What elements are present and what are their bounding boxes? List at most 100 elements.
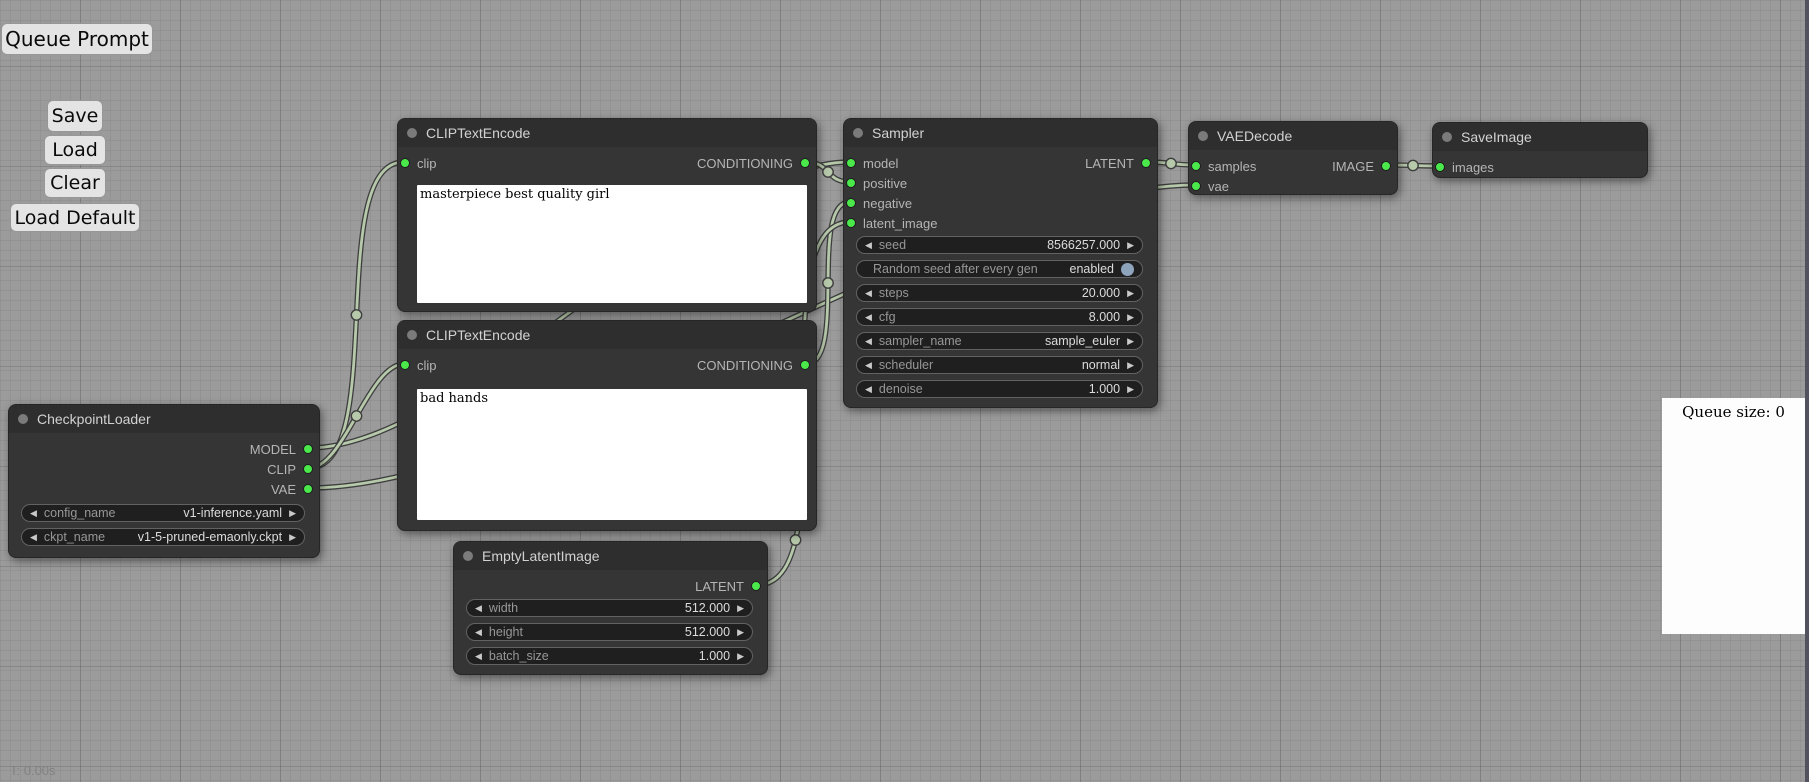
widget-label: batch_size [489,649,549,663]
collapse-dot-icon[interactable] [407,128,417,138]
widget-sampler_name[interactable]: ◀sampler_namesample_euler▶ [856,332,1143,350]
input-port-clip[interactable] [400,158,410,168]
link-midpoint-dot[interactable] [351,310,361,320]
input-port-images[interactable] [1435,162,1445,172]
widget-ckpt_name[interactable]: ◀ckpt_namev1-5-pruned-emaonly.ckpt▶ [21,528,305,546]
decrement-arrow-icon[interactable]: ◀ [865,241,872,250]
widget-label: sampler_name [879,334,962,348]
link-midpoint-dot[interactable] [1408,160,1418,170]
decrement-arrow-icon[interactable]: ◀ [30,533,37,542]
widget-batch_size[interactable]: ◀batch_size1.000▶ [466,647,753,665]
collapse-dot-icon[interactable] [407,330,417,340]
increment-arrow-icon[interactable]: ▶ [1127,241,1134,250]
decrement-arrow-icon[interactable]: ◀ [475,652,482,661]
prompt-textarea[interactable]: bad hands [417,389,807,520]
widget-config_name[interactable]: ◀config_namev1-inference.yaml▶ [21,504,305,522]
decrement-arrow-icon[interactable]: ◀ [30,509,37,518]
link-midpoint-dot[interactable] [351,411,361,421]
node-title-bar[interactable]: CheckpointLoader [9,405,319,433]
increment-arrow-icon[interactable]: ▶ [737,604,744,613]
widget-steps[interactable]: ◀steps20.000▶ [856,284,1143,302]
node-title: VAEDecode [1217,128,1292,144]
output-port-VAE[interactable] [303,484,313,494]
input-port-negative[interactable] [846,198,856,208]
node-clip1[interactable]: CLIPTextEncodeclipCONDITIONINGmasterpiec… [397,118,817,312]
node-title-bar[interactable]: CLIPTextEncode [398,119,816,147]
decrement-arrow-icon[interactable]: ◀ [475,628,482,637]
widget-seed[interactable]: ◀seed8566257.000▶ [856,236,1143,254]
widget-scheduler[interactable]: ◀schedulernormal▶ [856,356,1143,374]
increment-arrow-icon[interactable]: ▶ [289,533,296,542]
output-port-LATENT[interactable] [751,581,761,591]
node-title-bar[interactable]: EmptyLatentImage [454,542,767,570]
input-label: clip [417,358,437,373]
increment-arrow-icon[interactable]: ▶ [1127,385,1134,394]
widget-value: 512.000 [685,601,730,615]
widget-width[interactable]: ◀ width 512.000 ▶ [466,599,753,617]
widget-label: config_name [44,506,116,520]
collapse-dot-icon[interactable] [18,414,28,424]
input-label: negative [863,196,912,211]
node-checkpointloader[interactable]: CheckpointLoaderMODELCLIPVAE◀config_name… [8,404,320,558]
increment-arrow-icon[interactable]: ▶ [1127,289,1134,298]
node-title-bar[interactable]: Sampler [844,119,1157,147]
widget-cfg[interactable]: ◀ cfg 8.000 ▶ [856,308,1143,326]
increment-arrow-icon[interactable]: ▶ [1127,361,1134,370]
collapse-dot-icon[interactable] [853,128,863,138]
widget-label: width [489,601,518,615]
decrement-arrow-icon[interactable]: ◀ [865,313,872,322]
input-port-model[interactable] [846,158,856,168]
output-port-CONDITIONING[interactable] [800,158,810,168]
decrement-arrow-icon[interactable]: ◀ [865,385,872,394]
increment-arrow-icon[interactable]: ▶ [737,628,744,637]
collapse-dot-icon[interactable] [463,551,473,561]
input-port-clip[interactable] [400,360,410,370]
output-port-LATENT[interactable] [1141,158,1151,168]
node-title: CLIPTextEncode [426,125,530,141]
decrement-arrow-icon[interactable]: ◀ [475,604,482,613]
node-saveimage[interactable]: SaveImageimages [1432,122,1648,178]
node-vaedecode[interactable]: VAEDecodesamplesvaeIMAGE [1188,121,1398,195]
decrement-arrow-icon[interactable]: ◀ [865,361,872,370]
widget-value: 8.000 [1089,310,1120,324]
node-title-bar[interactable]: CLIPTextEncode [398,321,816,349]
increment-arrow-icon[interactable]: ▶ [289,509,296,518]
widget-label: cfg [879,310,896,324]
link-midpoint-dot[interactable] [823,167,833,177]
output-port-MODEL[interactable] [303,444,313,454]
output-port-IMAGE[interactable] [1381,161,1391,171]
widget-label: height [489,625,523,639]
widget-height[interactable]: ◀height512.000▶ [466,623,753,641]
widget-label: seed [879,238,906,252]
node-clip2[interactable]: CLIPTextEncodeclipCONDITIONINGbad hands [397,320,817,531]
prompt-textarea[interactable]: masterpiece best quality girl [417,185,807,303]
execution-time-label: T: 0.00s [10,763,56,778]
input-port-latent_image[interactable] [846,218,856,228]
collapse-dot-icon[interactable] [1442,132,1452,142]
output-label: MODEL [250,442,296,457]
decrement-arrow-icon[interactable]: ◀ [865,289,872,298]
node-sampler[interactable]: Samplermodelpositivenegativelatent_image… [843,118,1158,408]
widget-random-seed-after-every-gen[interactable]: Random seed after every genenabled [856,260,1143,278]
link-midpoint-dot[interactable] [790,535,800,545]
node-title-bar[interactable]: VAEDecode [1189,122,1397,150]
output-port-CONDITIONING[interactable] [800,360,810,370]
input-port-vae[interactable] [1191,181,1201,191]
collapse-dot-icon[interactable] [1198,131,1208,141]
widget-denoise[interactable]: ◀denoise1.000▶ [856,380,1143,398]
node-graph-canvas[interactable]: CheckpointLoaderMODELCLIPVAE◀config_name… [0,0,1809,782]
increment-arrow-icon[interactable]: ▶ [1127,313,1134,322]
input-port-samples[interactable] [1191,161,1201,171]
seed-toggle-icon[interactable] [1121,263,1134,276]
node-title-bar[interactable]: SaveImage [1433,123,1647,151]
link-midpoint-dot[interactable] [823,278,833,288]
scrollbar-strip[interactable] [1805,0,1809,782]
output-port-CLIP[interactable] [303,464,313,474]
increment-arrow-icon[interactable]: ▶ [737,652,744,661]
widget-label: steps [879,286,909,300]
node-emptylatent[interactable]: EmptyLatentImageLATENT◀width512.000▶◀hei… [453,541,768,675]
increment-arrow-icon[interactable]: ▶ [1127,337,1134,346]
decrement-arrow-icon[interactable]: ◀ [865,337,872,346]
input-port-positive[interactable] [846,178,856,188]
link-midpoint-dot[interactable] [1166,158,1176,168]
